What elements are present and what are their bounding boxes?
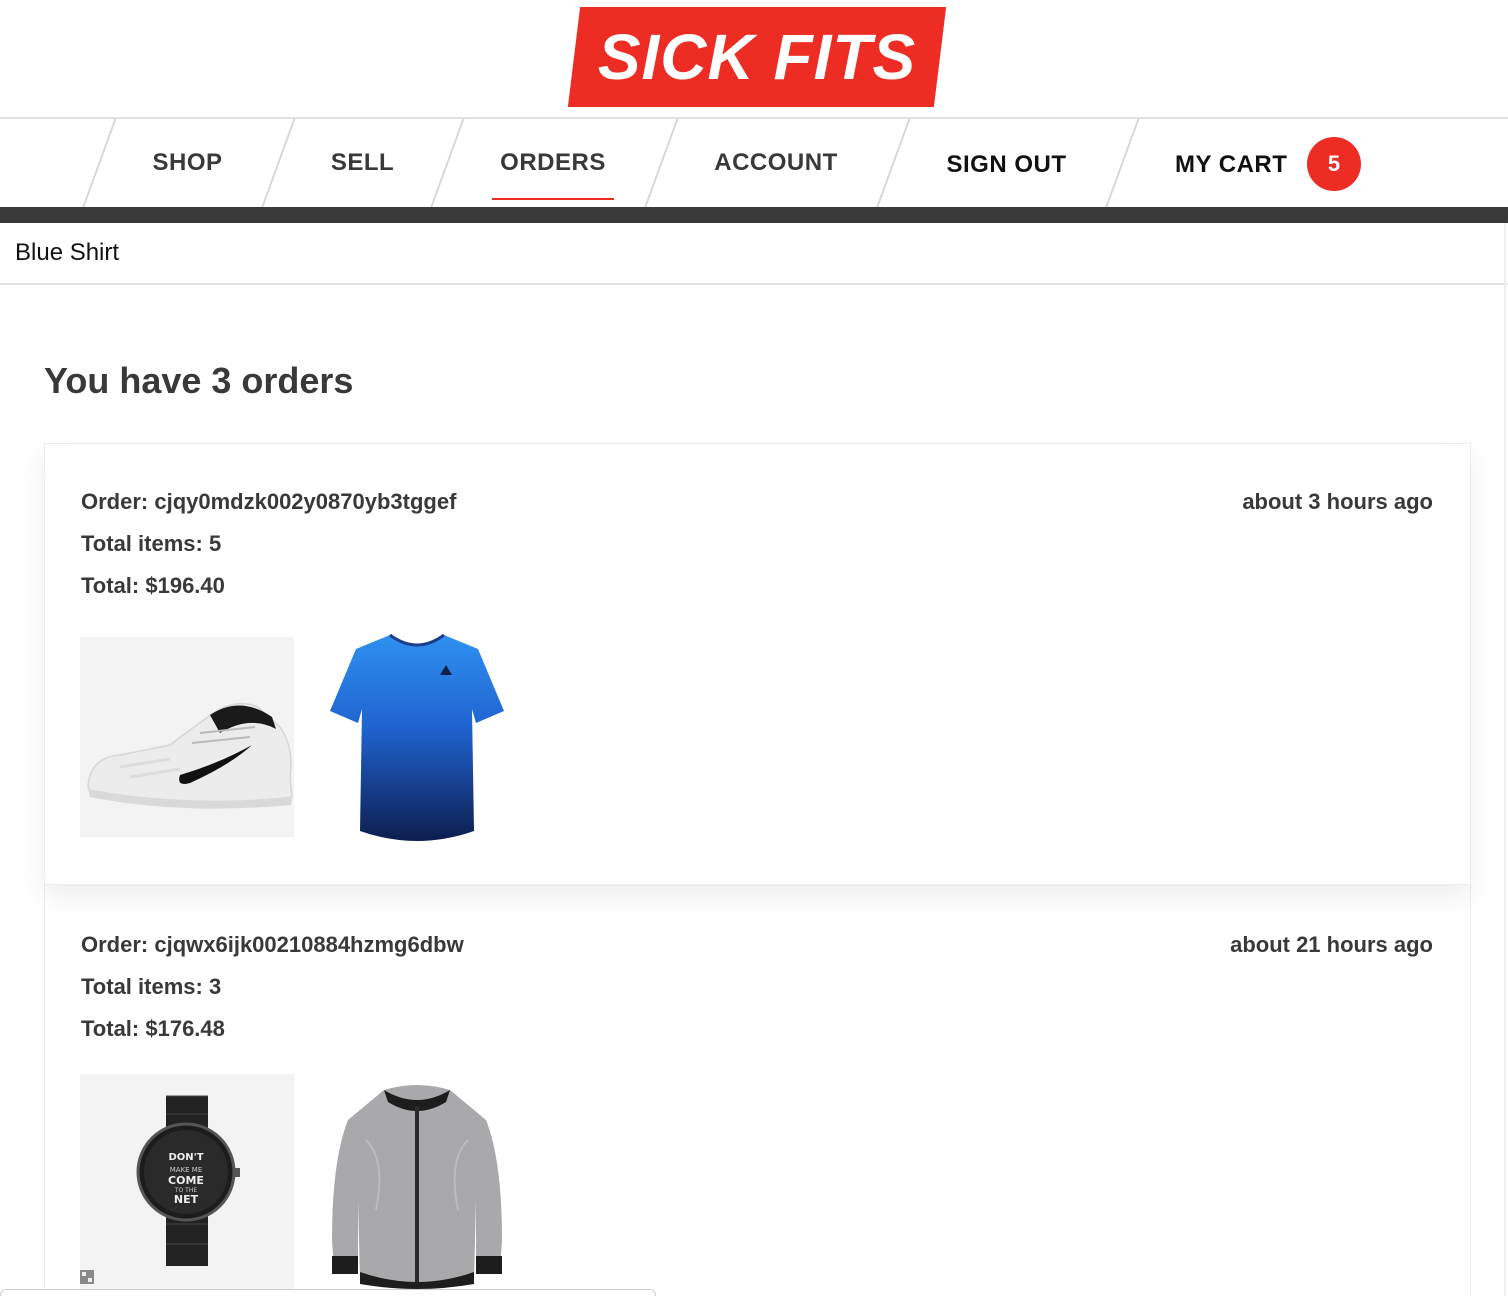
watch-icon: DON'T MAKE ME COME TO THE NET (80, 1074, 294, 1294)
svg-text:NET: NET (174, 1193, 199, 1206)
sneaker-icon (80, 637, 294, 837)
nav-account-link[interactable]: ACCOUNT (662, 119, 890, 207)
order-total-items: Total items: 5 (81, 531, 222, 556)
search-input[interactable] (0, 223, 1508, 283)
jacket-icon (332, 1085, 502, 1289)
cart-count-badge: 5 (1307, 137, 1361, 191)
order-card[interactable]: Order: cjqwx6ijk00210884hzmg6dbw about 2… (44, 885, 1471, 1296)
order-total: Total: $196.40 (81, 573, 225, 598)
order-time: about 21 hours ago (1230, 932, 1433, 957)
grey-jacket-image (326, 1080, 508, 1290)
svg-text:DON'T: DON'T (168, 1152, 203, 1163)
svg-text:COME: COME (168, 1174, 204, 1187)
nav-bottom-bar (0, 207, 1508, 223)
order-time: about 3 hours ago (1242, 489, 1433, 514)
nav-sell-link[interactable]: SELL (279, 119, 446, 207)
bottom-popup-edge (0, 1289, 656, 1296)
active-nav-underline (492, 198, 614, 200)
order-total: Total: $176.48 (81, 1016, 225, 1041)
svg-text:MAKE ME: MAKE ME (170, 1166, 203, 1174)
sign-out-button[interactable]: SIGN OUT (894, 121, 1119, 209)
nav-orders-link[interactable]: ORDERS (448, 119, 658, 207)
order-id: Order: cjqy0mdzk002y0870yb3tggef (81, 489, 457, 514)
blue-shirt-image (328, 631, 506, 845)
order-card[interactable]: Order: cjqy0mdzk002y0870yb3tggef about 3… (44, 443, 1471, 885)
logo-link[interactable]: SICK FITS (567, 7, 947, 107)
watch-image: DON'T MAKE ME COME TO THE NET (80, 1074, 294, 1294)
order-id: Order: cjqwx6ijk00210884hzmg6dbw (81, 932, 464, 957)
order-total-items: Total items: 3 (81, 974, 222, 999)
shirt-icon (330, 633, 504, 841)
page-edge (1504, 223, 1506, 1296)
logo-text: SICK FITS (597, 21, 917, 93)
main-nav: SHOP SELL ORDERS ACCOUNT SIGN OUT MY CAR… (0, 119, 1508, 209)
page-title: You have 3 orders (44, 360, 354, 401)
nav-shop-link[interactable]: SHOP (100, 119, 275, 207)
search-bar (0, 223, 1508, 285)
sneaker-image (80, 637, 294, 837)
